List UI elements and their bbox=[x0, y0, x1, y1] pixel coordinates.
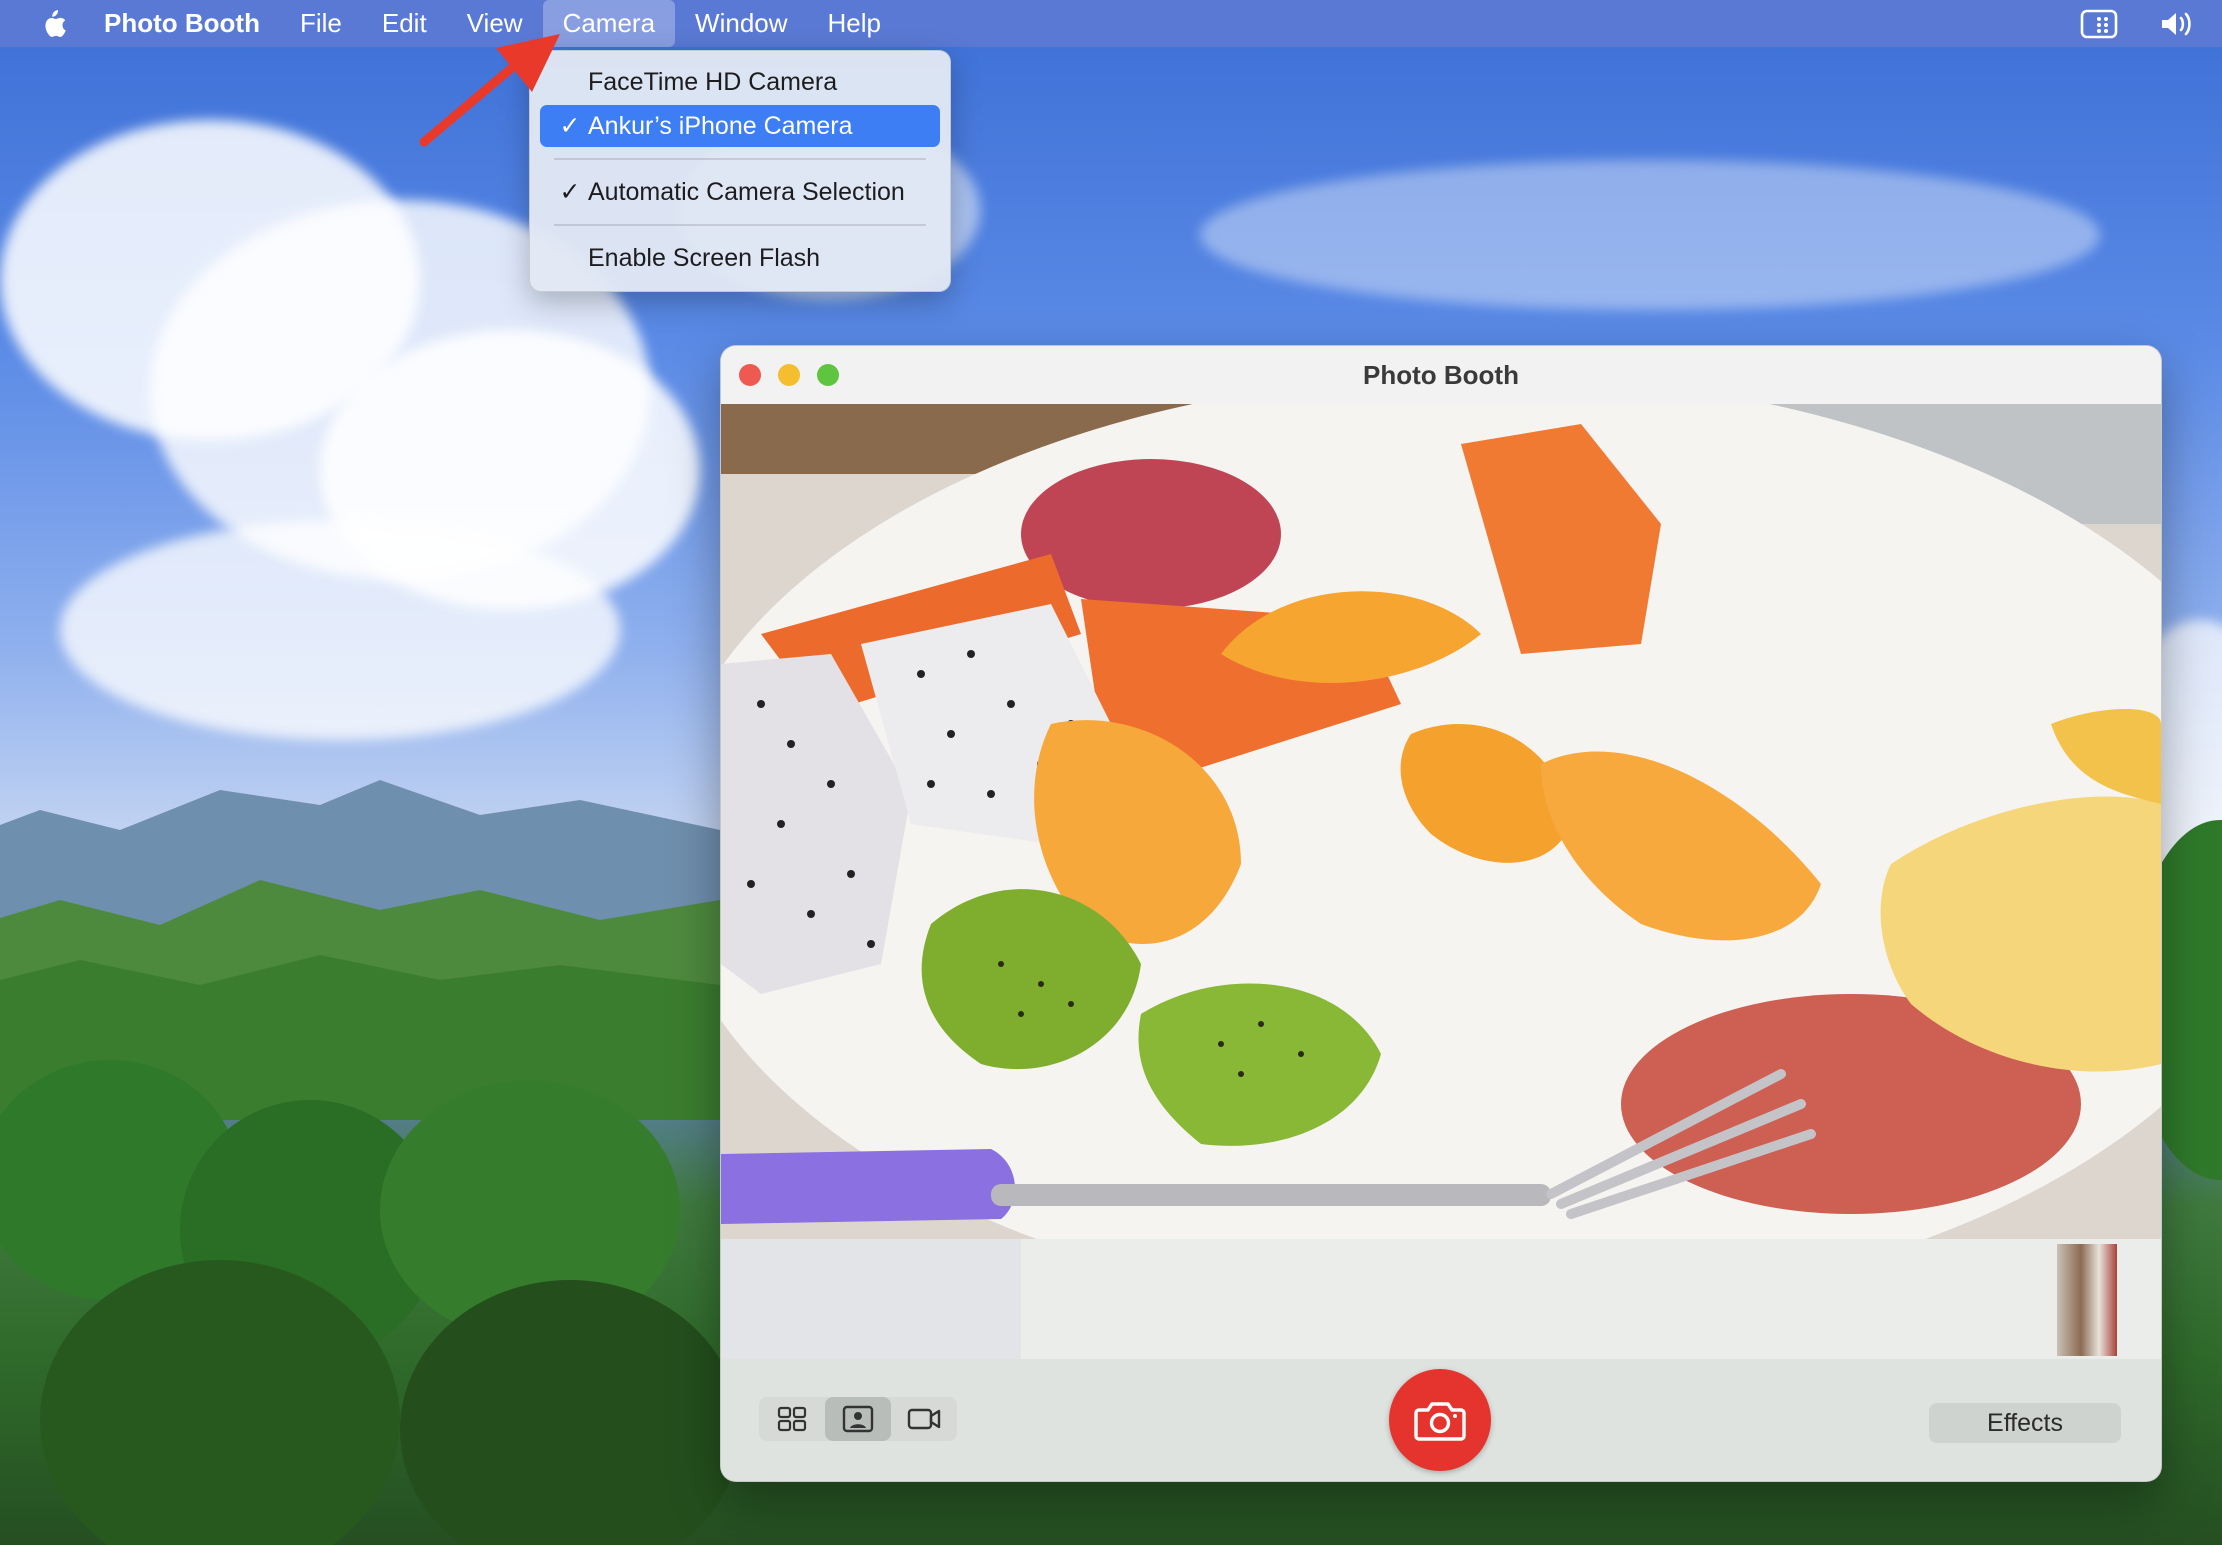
menu-item-label: FaceTime HD Camera bbox=[588, 68, 838, 96]
grid-icon bbox=[777, 1406, 807, 1432]
menu-item-enable-screen-flash[interactable]: Enable Screen Flash bbox=[540, 237, 940, 279]
window-title: Photo Booth bbox=[1363, 360, 1519, 390]
menu-bar: Photo Booth File Edit View Camera Window… bbox=[0, 0, 2222, 47]
window-titlebar[interactable]: Photo Booth bbox=[721, 346, 2161, 405]
photo-thumbnail[interactable] bbox=[2057, 1244, 2117, 1356]
volume-icon[interactable] bbox=[2158, 8, 2198, 40]
photo-filmstrip bbox=[721, 1239, 2161, 1359]
cloud bbox=[1200, 160, 2100, 310]
view-mode-segmented-control bbox=[759, 1397, 957, 1441]
apple-icon bbox=[45, 9, 66, 37]
single-photo-mode-button[interactable] bbox=[825, 1397, 891, 1441]
menu-separator bbox=[554, 158, 926, 160]
camera-icon bbox=[1414, 1402, 1466, 1441]
menu-window[interactable]: Window bbox=[675, 0, 807, 47]
take-photo-button[interactable] bbox=[1389, 1369, 1491, 1471]
video-icon bbox=[907, 1408, 941, 1430]
menu-item-label: Ankur’s iPhone Camera bbox=[588, 112, 853, 140]
video-mode-button[interactable] bbox=[891, 1397, 957, 1441]
apple-menu[interactable] bbox=[36, 7, 70, 41]
effects-button[interactable]: Effects bbox=[1929, 1403, 2121, 1443]
screen-mirroring-icon[interactable] bbox=[2080, 8, 2118, 40]
camera-preview bbox=[721, 404, 2161, 1239]
portrait-icon bbox=[842, 1405, 874, 1433]
menu-item-label: Automatic Camera Selection bbox=[588, 178, 905, 206]
filmstrip-empty-area bbox=[721, 1239, 1021, 1359]
menu-app-photo-booth[interactable]: Photo Booth bbox=[104, 0, 280, 47]
menu-bar-extras bbox=[2080, 0, 2198, 47]
menu-item-iphone-camera[interactable]: ✓ Ankur’s iPhone Camera bbox=[540, 105, 940, 147]
checkmark-icon: ✓ bbox=[559, 178, 581, 206]
menu-item-automatic-camera-selection[interactable]: ✓ Automatic Camera Selection bbox=[540, 171, 940, 213]
menu-item-label: Enable Screen Flash bbox=[588, 244, 821, 272]
annotation-arrow-icon bbox=[419, 34, 560, 147]
menu-file[interactable]: File bbox=[280, 0, 362, 47]
four-photo-mode-button[interactable] bbox=[759, 1397, 825, 1441]
photo-booth-window: Photo Booth Effects bbox=[720, 345, 2162, 1482]
bottom-toolbar: Effects bbox=[721, 1359, 2161, 1481]
cloud bbox=[60, 520, 620, 740]
menu-separator bbox=[554, 224, 926, 226]
menu-help[interactable]: Help bbox=[808, 0, 901, 47]
menu-item-facetime-hd-camera[interactable]: FaceTime HD Camera bbox=[540, 61, 940, 103]
camera-menu-dropdown: FaceTime HD Camera ✓ Ankur’s iPhone Came… bbox=[529, 50, 951, 292]
camera-preview-image bbox=[721, 404, 2161, 1239]
